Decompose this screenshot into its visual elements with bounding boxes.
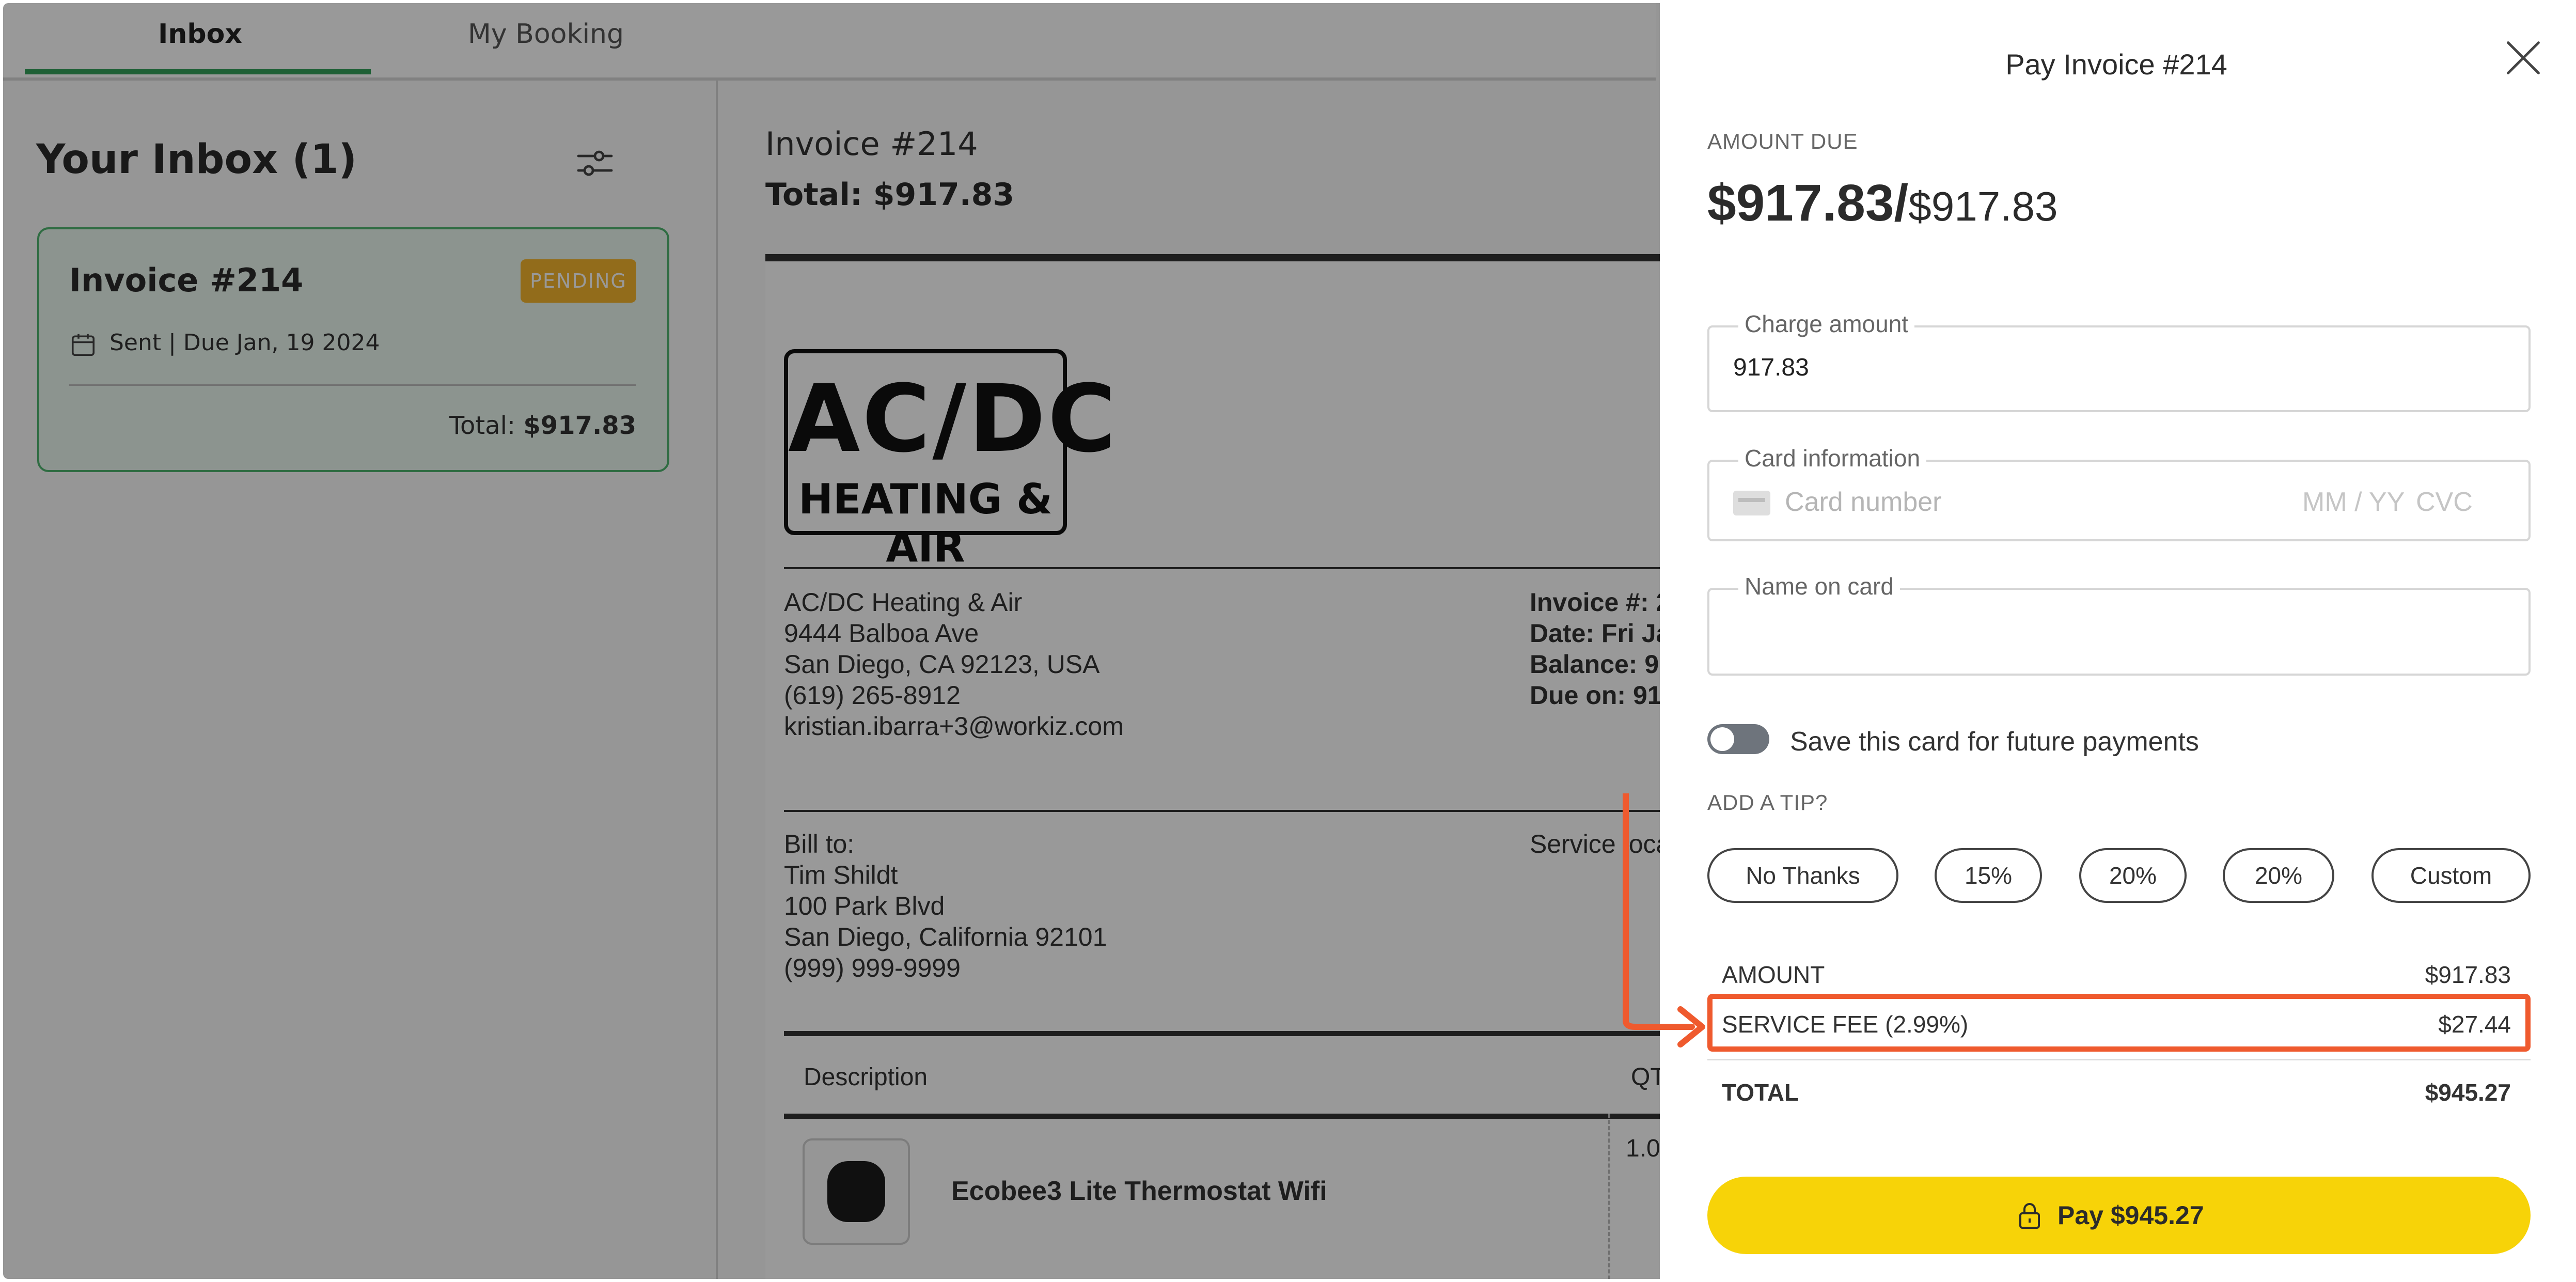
card-information-label: Card information (1738, 444, 1927, 472)
tip-label: ADD A TIP? (1707, 790, 1828, 815)
summary-total-label: TOTAL (1722, 1079, 1799, 1106)
modal-backdrop[interactable] (3, 3, 1660, 1279)
tip-custom-button[interactable]: Custom (2371, 848, 2531, 903)
tip-20-button[interactable]: 20% (2079, 848, 2187, 903)
lock-icon (2019, 1203, 2040, 1229)
panel-title: Pay Invoice #214 (2005, 48, 2227, 81)
tip-15-button[interactable]: 15% (1935, 848, 2042, 903)
payment-panel: Pay Invoice #214 AMOUNT DUE $917.83/$917… (1660, 3, 2573, 1279)
pay-button-label: Pay $945.27 (2057, 1201, 2204, 1230)
app-window: Inbox My Booking Your Inbox (1) Invoice … (3, 3, 2573, 1279)
charge-amount-field[interactable]: Charge amount 917.83 (1707, 310, 2531, 412)
save-card-toggle[interactable] (1707, 724, 1769, 754)
card-information-field[interactable]: Card information Card number MM / YY CVC (1707, 444, 2531, 541)
charge-amount-input[interactable]: 917.83 (1733, 353, 1809, 382)
summary-amount-label: AMOUNT (1722, 961, 1825, 988)
summary-divider (1707, 1059, 2531, 1060)
pay-button[interactable]: Pay $945.27 (1707, 1177, 2531, 1254)
amount-total-value: $917.83 (1908, 183, 2058, 229)
close-icon[interactable] (2502, 36, 2545, 80)
name-on-card-label: Name on card (1738, 572, 1900, 600)
service-fee-highlight (1707, 994, 2531, 1052)
card-number-input[interactable]: Card number (1785, 487, 1941, 518)
summary-amount-value: $917.83 (2425, 961, 2511, 988)
amount-due-label: AMOUNT DUE (1707, 129, 1858, 153)
amount-due-value: $917.83/ (1707, 174, 1909, 232)
card-cvc-input[interactable]: CVC (2416, 487, 2473, 518)
name-on-card-field[interactable]: Name on card (1707, 572, 2531, 676)
tip-20-button-2[interactable]: 20% (2223, 848, 2334, 903)
summary-total-value: $945.27 (2425, 1079, 2511, 1106)
charge-amount-label: Charge amount (1738, 310, 1915, 338)
toggle-knob (1710, 727, 1734, 751)
amount-due: $917.83/$917.83 (1707, 174, 2057, 233)
save-card-label: Save this card for future payments (1790, 727, 2199, 757)
card-expiry-input[interactable]: MM / YY (2302, 487, 2405, 518)
annotation-arrow-icon (1623, 793, 1705, 1048)
tip-no-thanks-button[interactable]: No Thanks (1707, 848, 1898, 903)
credit-card-icon (1733, 491, 1770, 515)
